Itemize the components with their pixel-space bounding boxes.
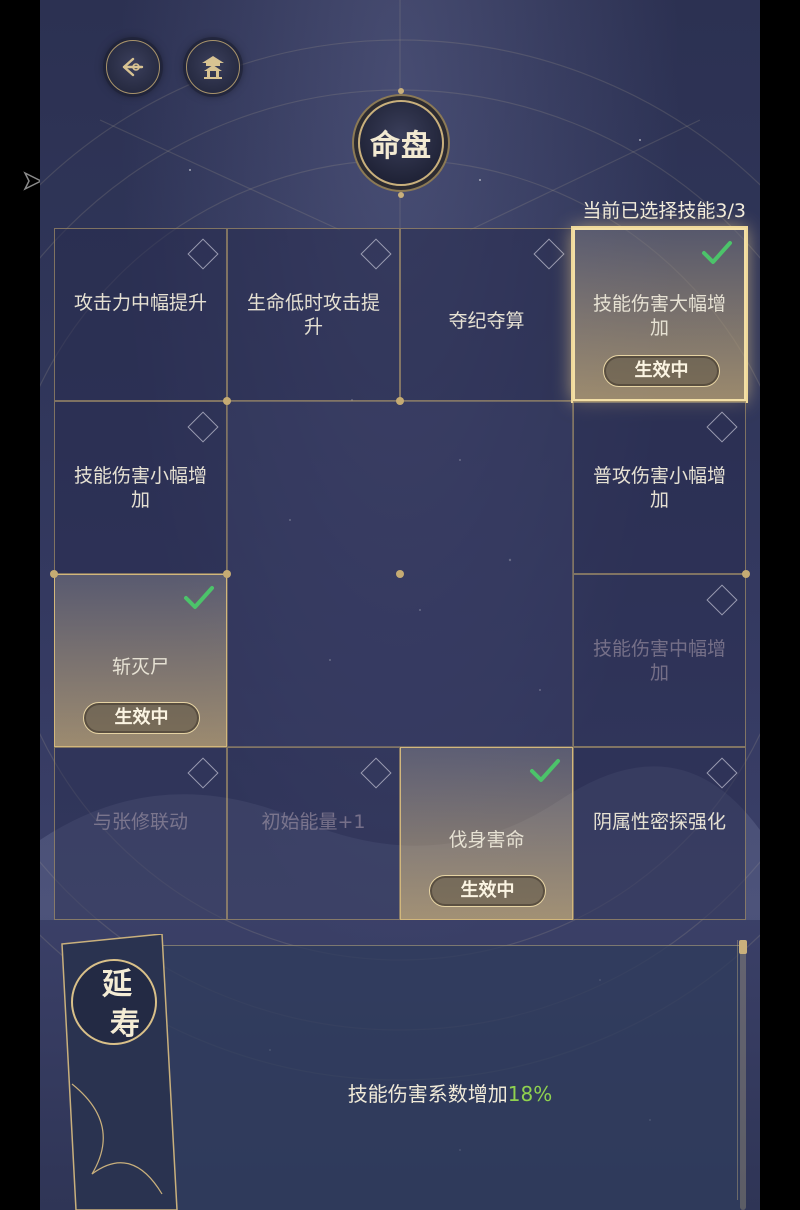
skill-cell[interactable]: 普攻伤害小幅增加 <box>573 401 746 574</box>
skill-cell[interactable]: 技能伤害小幅增加 <box>54 401 227 574</box>
skill-label: 技能伤害小幅增加 <box>73 465 207 511</box>
scroll-banner: 延 寿 <box>61 934 178 1210</box>
unselected-diamond-icon <box>187 757 219 789</box>
skill-label: 生命低时攻击提升 <box>246 292 380 338</box>
skill-label: 初始能量+1 <box>261 811 366 833</box>
unselected-diamond-icon <box>187 411 219 443</box>
game-screen: 命盘 当前已选择技能3/3 攻击力中幅提升 生命低时攻击提升 夺纪夺算 技能伤害大幅增… <box>40 0 760 1210</box>
description-text: 技能伤害系数增加 <box>347 1082 508 1106</box>
skill-cell[interactable]: 生命低时攻击提升 <box>227 228 400 401</box>
skill-cell[interactable]: 初始能量+1 <box>227 747 400 920</box>
description-value: 18% <box>507 1082 553 1106</box>
skill-cell[interactable]: 技能伤害大幅增加生效中 <box>573 228 746 401</box>
pavilion-icon <box>202 56 224 79</box>
grid-node-ornament <box>50 570 58 578</box>
detail-scrollbar[interactable] <box>739 940 747 1210</box>
skill-cell[interactable]: 阴属性密探强化 <box>573 747 746 920</box>
skill-grid: 攻击力中幅提升 生命低时攻击提升 夺纪夺算 技能伤害大幅增加 生效中 技能伤害小幅增加 普攻… <box>50 228 750 920</box>
skill-cell[interactable]: 斩灭尸 生效中 <box>54 574 227 747</box>
grid-node-ornament <box>223 397 231 405</box>
active-status-badge: 生效中 <box>83 702 200 734</box>
skill-label: 普攻伤害小幅增加 <box>592 465 726 511</box>
skill-cell[interactable]: 伐身害命 生效中 <box>400 747 573 920</box>
grid-node-ornament <box>223 570 231 578</box>
skill-cell[interactable]: 攻击力中幅提升 <box>54 228 227 401</box>
skill-description: 技能伤害系数增加18% <box>160 1078 740 1107</box>
grid-node-ornament <box>396 570 404 578</box>
skill-cell[interactable]: 技能伤害中幅增加 <box>573 574 746 747</box>
back-arrow-icon <box>122 57 144 77</box>
skill-detail-panel: 技能伤害系数增加18% <box>160 945 740 1210</box>
skill-label: 阴属性密探强化 <box>592 811 726 833</box>
page-title: 命盘 <box>370 129 432 164</box>
unselected-diamond-icon <box>706 757 738 789</box>
grid-node-ornament <box>742 570 750 578</box>
unselected-diamond-icon <box>533 238 565 270</box>
active-status-badge: 生效中 <box>603 355 720 387</box>
unselected-diamond-icon <box>360 238 392 270</box>
scrollbar-cap[interactable] <box>739 940 747 954</box>
unselected-diamond-icon <box>706 584 738 616</box>
skill-label: 斩灭尸 <box>111 656 169 678</box>
skill-label: 与张修联动 <box>92 811 188 833</box>
checkmark-icon <box>530 759 560 782</box>
grid-node-ornament <box>396 397 404 405</box>
banner-char-2: 寿 <box>110 1007 140 1042</box>
page-title-badge: 命盘 <box>358 88 444 198</box>
home-button[interactable] <box>186 40 240 94</box>
skill-label: 夺纪夺算 <box>448 310 525 332</box>
selected-skill-count: 当前已选择技能3/3 <box>582 200 746 222</box>
skill-label: 技能伤害大幅增加 <box>592 293 726 339</box>
checkmark-icon <box>184 586 214 609</box>
skill-label: 伐身害命 <box>448 829 525 851</box>
unselected-diamond-icon <box>706 411 738 443</box>
skill-label: 技能伤害中幅增加 <box>592 638 726 684</box>
checkmark-icon <box>702 241 732 264</box>
skill-label: 攻击力中幅提升 <box>73 292 207 314</box>
panel-divider <box>737 940 738 1200</box>
banner-char-1: 延 <box>101 967 133 1002</box>
badge-top-ornament <box>398 88 404 94</box>
skill-cell[interactable]: 与张修联动 <box>54 747 227 920</box>
badge-bottom-ornament <box>398 192 404 198</box>
unselected-diamond-icon <box>187 238 219 270</box>
unselected-diamond-icon <box>360 757 392 789</box>
active-status-badge: 生效中 <box>429 875 546 907</box>
back-button[interactable] <box>106 40 160 94</box>
left-edge-strip <box>0 0 43 1210</box>
skill-cell[interactable]: 夺纪夺算 <box>400 228 573 401</box>
